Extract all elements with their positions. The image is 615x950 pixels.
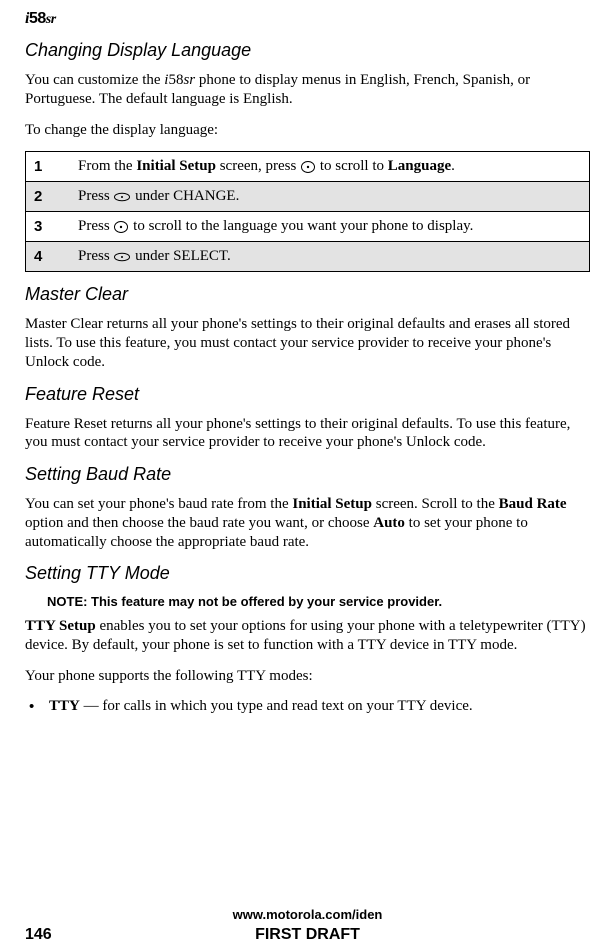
heading-tty-mode: Setting TTY Mode (25, 563, 590, 584)
master-clear-paragraph: Master Clear returns all your phone's se… (25, 315, 590, 371)
tty-bullet-row: • TTY — for calls in which you type and … (29, 698, 590, 715)
product-logo: i58sr (25, 10, 590, 28)
step-row-4: 4 Press under SELECT. (26, 242, 590, 272)
logo-num: 58 (29, 10, 46, 27)
step-row-2: 2 Press under CHANGE. (26, 182, 590, 212)
heading-baud-rate: Setting Baud Rate (25, 464, 590, 485)
page-footer: www.motorola.com/iden 146 FIRST DRAFT 00… (0, 907, 615, 944)
soft-key-icon (114, 192, 130, 202)
step-num: 1 (26, 152, 71, 182)
heading-changing-display-language: Changing Display Language (25, 40, 590, 61)
tty-paragraph-2: Your phone supports the following TTY mo… (25, 667, 590, 686)
step-text: From the Initial Setup screen, press to … (70, 152, 590, 182)
soft-key-icon (114, 252, 130, 262)
step-num: 2 (26, 182, 71, 212)
scroll-key-icon (114, 220, 128, 234)
logo-sr: sr (46, 12, 56, 27)
tty-note: NOTE: This feature may not be offered by… (47, 594, 590, 609)
draft-label: FIRST DRAFT (255, 926, 360, 944)
step-row-1: 1 From the Initial Setup screen, press t… (26, 152, 590, 182)
step-row-3: 3 Press to scroll to the language you wa… (26, 212, 590, 242)
baud-rate-paragraph: You can set your phone's baud rate from … (25, 495, 590, 551)
footer-url: www.motorola.com/iden (25, 907, 590, 922)
step-text: Press to scroll to the language you want… (70, 212, 590, 242)
cdl-paragraph-1: You can customize the i58sr phone to dis… (25, 71, 590, 109)
steps-table: 1 From the Initial Setup screen, press t… (25, 151, 590, 272)
page-number: 146 (25, 926, 52, 944)
step-num: 4 (26, 242, 71, 272)
step-text: Press under SELECT. (70, 242, 590, 272)
tty-bullet-text: TTY — for calls in which you type and re… (49, 698, 473, 715)
tty-paragraph-1: TTY Setup enables you to set your option… (25, 617, 590, 655)
cdl-paragraph-2: To change the display language: (25, 121, 590, 140)
step-num: 3 (26, 212, 71, 242)
bullet-icon: • (29, 698, 49, 715)
feature-reset-paragraph: Feature Reset returns all your phone's s… (25, 415, 590, 453)
heading-master-clear: Master Clear (25, 284, 590, 305)
step-text: Press under CHANGE. (70, 182, 590, 212)
heading-feature-reset: Feature Reset (25, 384, 590, 405)
scroll-key-icon (301, 160, 315, 174)
